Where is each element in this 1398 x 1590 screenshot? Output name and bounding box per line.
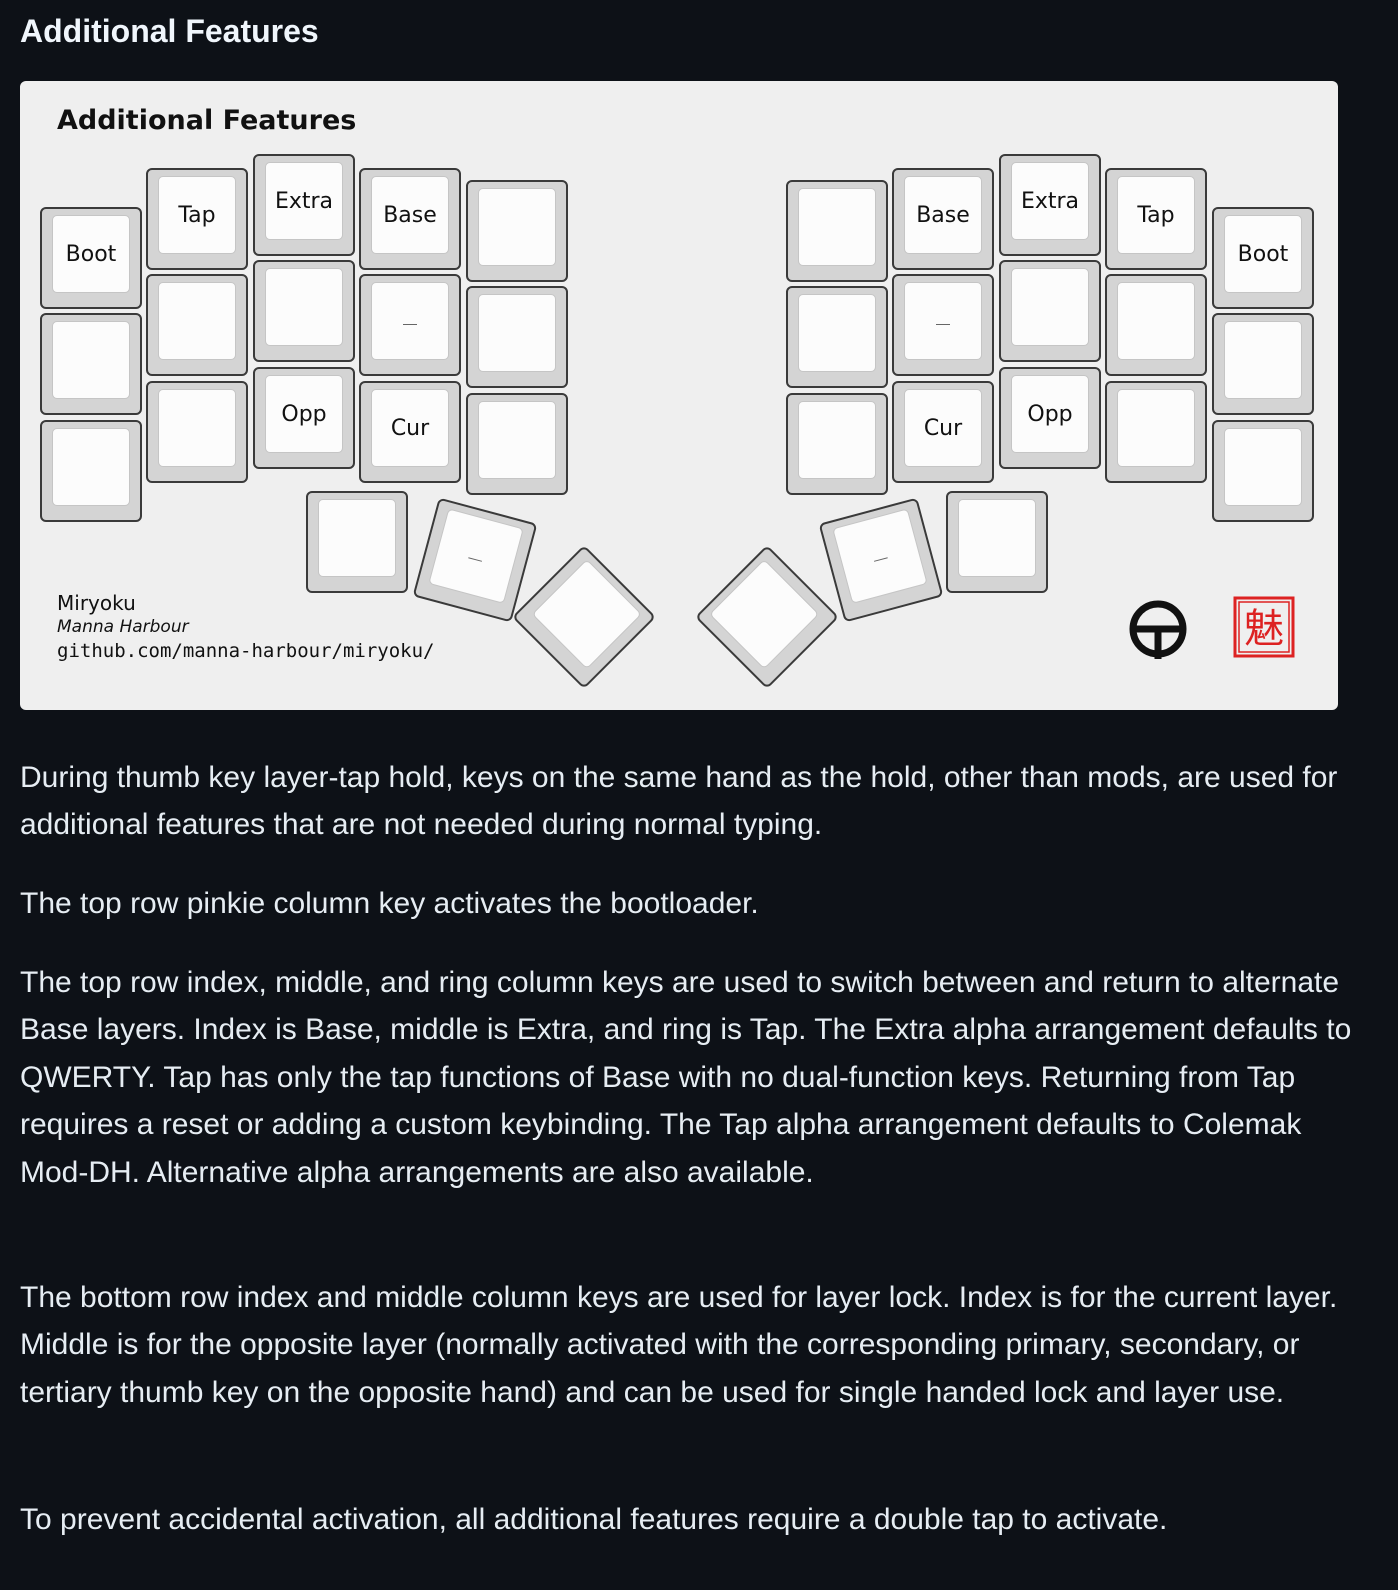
left-key-pinky-top: Boot (40, 207, 142, 309)
right-key-middle-bottom: Opp (999, 367, 1101, 469)
key-label: Boot (52, 215, 130, 293)
left-key-middle-bottom: Opp (253, 367, 355, 469)
paragraph-base-layers: The top row index, middle, and ring colu… (20, 966, 1352, 1189)
right-key-pinky-bottom (1212, 420, 1314, 522)
paragraph-double-tap: To prevent accidental activation, all ad… (20, 1503, 1168, 1536)
key-label (478, 188, 556, 266)
left-key-inner-home (466, 286, 568, 388)
key-label: Opp (1011, 375, 1089, 453)
right-key-index-bottom: Cur (892, 381, 994, 483)
left-key-middle-home (253, 260, 355, 362)
right-key-inner-bottom (786, 393, 888, 495)
credit-author: Manna Harbour (57, 617, 189, 637)
key-label (904, 282, 982, 360)
left-thumb-key-1 (306, 491, 408, 593)
right-key-pinky-top: Boot (1212, 207, 1314, 309)
credit-url: github.com/manna-harbour/miryoku/ (57, 640, 435, 662)
key-label (428, 508, 524, 604)
seal-stamp-icon: 魅 (1233, 596, 1295, 658)
seal-glyph: 魅 (1244, 606, 1284, 652)
right-key-inner-home (786, 286, 888, 388)
right-key-middle-home (999, 260, 1101, 362)
key-label: Opp (265, 375, 343, 453)
key-label (478, 401, 556, 479)
left-key-index-bottom: Cur (359, 381, 461, 483)
key-label (158, 282, 236, 360)
left-key-index-top: Base (359, 168, 461, 270)
key-label (265, 268, 343, 346)
right-key-pinky-home (1212, 313, 1314, 415)
right-key-inner-top (786, 180, 888, 282)
page-title: Additional Features (20, 13, 319, 49)
key-label (958, 499, 1036, 577)
key-label: Cur (904, 389, 982, 467)
diagram-title: Additional Features (57, 105, 357, 136)
key-label: Boot (1224, 215, 1302, 293)
key-label: Cur (371, 389, 449, 467)
key-label (158, 389, 236, 467)
key-label (832, 508, 928, 604)
miryoku-symbol-icon (1129, 600, 1187, 659)
home-row-bump (403, 324, 417, 325)
left-thumb-key-3 (511, 544, 657, 690)
left-key-inner-bottom (466, 393, 568, 495)
home-row-bump (936, 324, 950, 325)
left-key-inner-top (466, 180, 568, 282)
credit-name: Miryoku (57, 591, 136, 615)
key-label (52, 321, 130, 399)
key-label (798, 401, 876, 479)
right-key-index-home (892, 274, 994, 376)
key-label (371, 282, 449, 360)
key-label (798, 294, 876, 372)
paragraph-layer-lock: The bottom row index and middle column k… (20, 1281, 1338, 1409)
key-label: Tap (158, 176, 236, 254)
key-label (531, 559, 642, 670)
left-key-ring-home (146, 274, 248, 376)
left-key-index-home (359, 274, 461, 376)
key-label: Tap (1117, 176, 1195, 254)
key-label (709, 559, 820, 670)
right-thumb-key-3 (694, 544, 840, 690)
left-key-middle-top: Extra (253, 154, 355, 256)
right-key-ring-home (1105, 274, 1207, 376)
key-label (798, 188, 876, 266)
right-key-ring-bottom (1105, 381, 1207, 483)
keyboard-layout-diagram: Additional Features Boot Tap Extra Base … (20, 81, 1338, 710)
right-key-index-top: Base (892, 168, 994, 270)
key-label: Base (371, 176, 449, 254)
paragraph-bootloader: The top row pinkie column key activates … (20, 887, 759, 920)
left-thumb-key-2 (412, 497, 538, 623)
key-label (1117, 282, 1195, 360)
left-key-pinky-bottom (40, 420, 142, 522)
key-label (52, 428, 130, 506)
key-label (1224, 428, 1302, 506)
key-label (478, 294, 556, 372)
paragraph-intro: During thumb key layer-tap hold, keys on… (20, 761, 1338, 842)
key-label (1224, 321, 1302, 399)
key-label (1011, 268, 1089, 346)
right-thumb-key-1 (946, 491, 1048, 593)
key-label (318, 499, 396, 577)
right-key-ring-top: Tap (1105, 168, 1207, 270)
left-key-ring-bottom (146, 381, 248, 483)
key-label: Extra (1011, 162, 1089, 240)
right-thumb-key-2 (818, 497, 944, 623)
left-key-ring-top: Tap (146, 168, 248, 270)
key-label: Extra (265, 162, 343, 240)
right-key-middle-top: Extra (999, 154, 1101, 256)
left-key-pinky-home (40, 313, 142, 415)
key-label (1117, 389, 1195, 467)
key-label: Base (904, 176, 982, 254)
